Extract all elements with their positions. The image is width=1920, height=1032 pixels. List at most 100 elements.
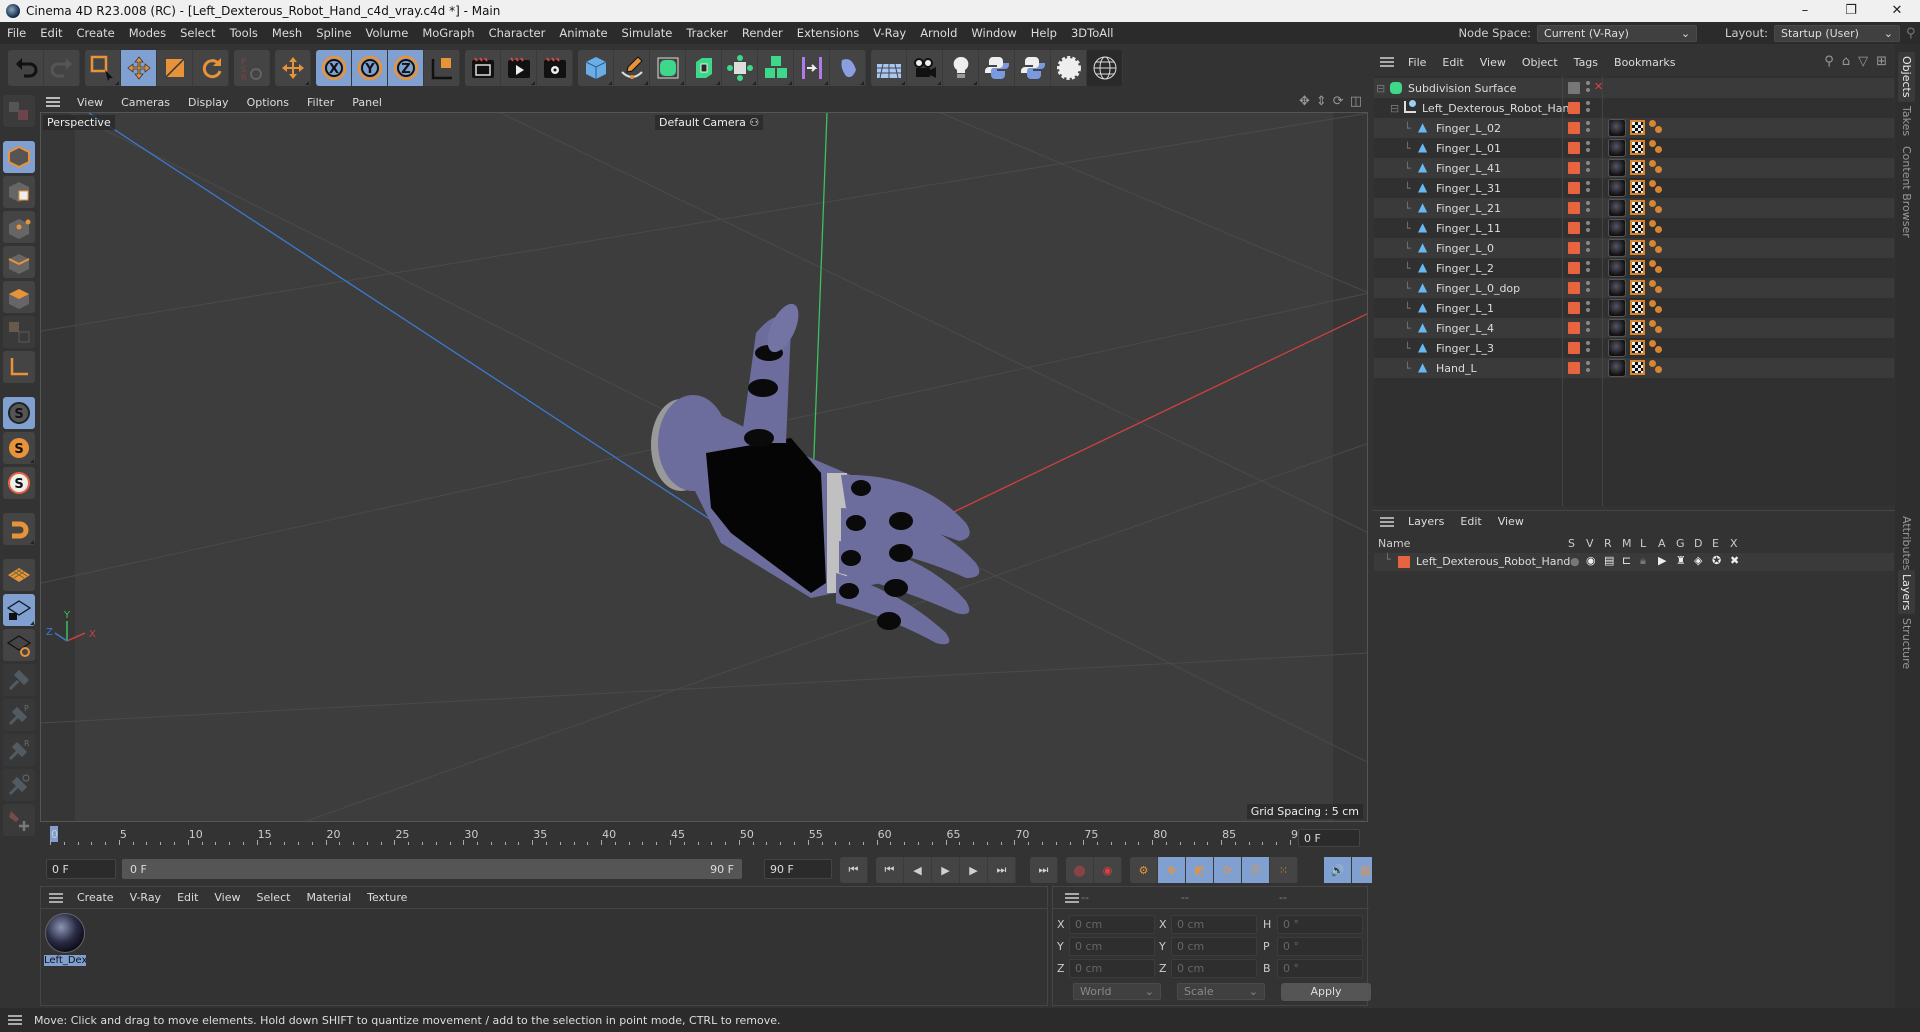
redo-button[interactable] bbox=[44, 50, 80, 86]
go-to-start-button[interactable]: ⏮ bbox=[840, 857, 868, 883]
menu-edit[interactable]: Edit bbox=[33, 26, 69, 40]
editor-render-toggle-icon[interactable] bbox=[1568, 82, 1580, 94]
layer-col-manager[interactable]: M bbox=[1622, 537, 1632, 550]
tab-objects[interactable]: Objects bbox=[1898, 52, 1915, 102]
menu-create[interactable]: Create bbox=[70, 26, 122, 40]
object-menu-file[interactable]: File bbox=[1400, 56, 1434, 69]
object-row[interactable]: └ ▲ Finger_L_0_dop bbox=[1374, 278, 1894, 298]
apply-button[interactable]: Apply bbox=[1281, 983, 1371, 1001]
object-row[interactable]: └ ▲ Finger_L_0 bbox=[1374, 238, 1894, 258]
pos-z-field[interactable]: 0 cm bbox=[1069, 959, 1155, 978]
material-tag-icon[interactable] bbox=[1608, 259, 1626, 277]
layer-color-swatch[interactable] bbox=[1568, 122, 1580, 134]
uvw-tag-icon[interactable] bbox=[1630, 260, 1645, 275]
generator-icon[interactable]: ♜ bbox=[1676, 554, 1686, 567]
pin-r-button[interactable]: R bbox=[3, 734, 35, 766]
material-menu-material[interactable]: Material bbox=[298, 891, 359, 904]
lock-y-button[interactable]: Y bbox=[352, 50, 388, 86]
object-menu-tags[interactable]: Tags bbox=[1566, 56, 1606, 69]
scene-canvas[interactable]: Y X Z bbox=[41, 113, 1368, 822]
object-row[interactable]: └ ▲ Finger_L_02 bbox=[1374, 118, 1894, 138]
material-menu-view[interactable]: View bbox=[206, 891, 248, 904]
material-menu-icon[interactable] bbox=[49, 892, 63, 903]
pin-button[interactable] bbox=[3, 664, 35, 696]
polygon-mode-button[interactable] bbox=[3, 281, 35, 313]
material-menu-edit[interactable]: Edit bbox=[169, 891, 206, 904]
uvw-tag-icon[interactable] bbox=[1630, 120, 1645, 135]
deformer-icon[interactable]: ◈ bbox=[1694, 554, 1702, 567]
size-x-field[interactable]: 0 cm bbox=[1171, 915, 1257, 934]
axis-mode-button[interactable] bbox=[3, 351, 35, 383]
symmetry-button[interactable] bbox=[794, 50, 830, 86]
object-row[interactable]: └ ▲ Finger_L_31 bbox=[1374, 178, 1894, 198]
maximize-view-icon[interactable]: ◫ bbox=[1350, 94, 1362, 109]
object-menu-bookmarks[interactable]: Bookmarks bbox=[1606, 56, 1683, 69]
pen-button[interactable] bbox=[614, 50, 650, 86]
locked-workplane-button[interactable] bbox=[3, 594, 35, 626]
visibility-dots[interactable] bbox=[1586, 101, 1590, 115]
camera-button[interactable] bbox=[907, 50, 943, 86]
uvw-tag-icon[interactable] bbox=[1630, 140, 1645, 155]
rot-p-field[interactable]: 0 ° bbox=[1277, 937, 1363, 956]
menu-modes[interactable]: Modes bbox=[122, 26, 173, 40]
lock-x-button[interactable]: X bbox=[316, 50, 352, 86]
visibility-dots[interactable] bbox=[1586, 81, 1590, 95]
layout-select[interactable]: Startup (User) ⌄ bbox=[1774, 24, 1900, 42]
edge-mode-button[interactable] bbox=[3, 246, 35, 278]
pos-y-field[interactable]: 0 cm bbox=[1069, 937, 1155, 956]
snap-settings-button[interactable]: S bbox=[3, 432, 35, 464]
material-tag-icon[interactable] bbox=[1608, 239, 1626, 257]
material-tag-icon[interactable] bbox=[1608, 299, 1626, 317]
material-menu-create[interactable]: Create bbox=[69, 891, 122, 904]
prev-key-button[interactable]: ⏮ bbox=[876, 857, 904, 883]
xref-icon[interactable]: ✖ bbox=[1730, 554, 1739, 567]
close-button[interactable]: ✕ bbox=[1874, 0, 1920, 22]
layer-row[interactable]: └ Left_Dexterous_Robot_Hand ● ◉ ▤ ⊏ 🔒︎ ▶… bbox=[1374, 553, 1894, 571]
layer-color-swatch[interactable] bbox=[1568, 282, 1580, 294]
layer-color-swatch[interactable] bbox=[1568, 142, 1580, 154]
material-menu-vray[interactable]: V-Ray bbox=[122, 891, 170, 904]
layer-col-deformers[interactable]: D bbox=[1694, 537, 1702, 550]
menu-character[interactable]: Character bbox=[482, 26, 553, 40]
tab-takes[interactable]: Takes bbox=[1898, 102, 1915, 140]
object-row[interactable]: └ ▲ Finger_L_41 bbox=[1374, 158, 1894, 178]
robot-hand-model[interactable] bbox=[651, 299, 980, 645]
rot-b-field[interactable]: 0 ° bbox=[1277, 959, 1363, 978]
frame-range-slider[interactable]: 0 F 90 F bbox=[122, 859, 742, 879]
menu-arnold[interactable]: Arnold bbox=[913, 26, 964, 40]
timeline-ruler[interactable]: 051015202530354045505560657075808590 0 F bbox=[40, 824, 1368, 854]
size-z-field[interactable]: 0 cm bbox=[1171, 959, 1257, 978]
weight-tag-icon[interactable] bbox=[1649, 140, 1665, 156]
layer-col-generators[interactable]: G bbox=[1676, 537, 1685, 550]
sphere-wire-button[interactable] bbox=[1087, 50, 1123, 86]
viewport-menu-filter[interactable]: Filter bbox=[298, 96, 343, 109]
make-editable-button[interactable] bbox=[3, 95, 35, 127]
material-tag-icon[interactable] bbox=[1608, 159, 1626, 177]
magnet-button[interactable] bbox=[3, 513, 35, 545]
end-frame-field[interactable]: 90 F bbox=[764, 859, 832, 879]
material-tag-icon[interactable] bbox=[1608, 359, 1626, 377]
live-selection-button[interactable] bbox=[85, 50, 121, 86]
lock-icon[interactable]: 🔒︎ bbox=[1640, 554, 1646, 568]
material-tag-icon[interactable] bbox=[1608, 119, 1626, 137]
weight-tag-icon[interactable] bbox=[1649, 260, 1665, 276]
tree-expander[interactable]: ⊟ bbox=[1390, 102, 1399, 115]
layer-col-view[interactable]: V bbox=[1586, 537, 1594, 550]
layer-col-render[interactable]: R bbox=[1604, 537, 1612, 550]
search-icon[interactable]: ⚲ bbox=[1824, 54, 1834, 69]
uvw-tag-icon[interactable] bbox=[1630, 160, 1645, 175]
filter-icon[interactable]: ▽ bbox=[1858, 54, 1868, 69]
weight-tag-icon[interactable] bbox=[1649, 240, 1665, 256]
snap-workplane-button[interactable]: S bbox=[3, 467, 35, 499]
layer-color-swatch[interactable] bbox=[1398, 556, 1410, 568]
uvw-tag-icon[interactable] bbox=[1630, 240, 1645, 255]
weight-tag-icon[interactable] bbox=[1649, 180, 1665, 196]
pin-p-button[interactable]: P bbox=[3, 699, 35, 731]
workplane-button[interactable] bbox=[3, 559, 35, 591]
layer-col-xrefs[interactable]: X bbox=[1730, 537, 1738, 550]
material-tag-icon[interactable] bbox=[1608, 139, 1626, 157]
light-button[interactable] bbox=[943, 50, 979, 86]
add-joint-button[interactable] bbox=[3, 804, 35, 836]
new-window-icon[interactable]: ⊞ bbox=[1876, 54, 1887, 69]
effector-button[interactable] bbox=[1051, 50, 1087, 86]
